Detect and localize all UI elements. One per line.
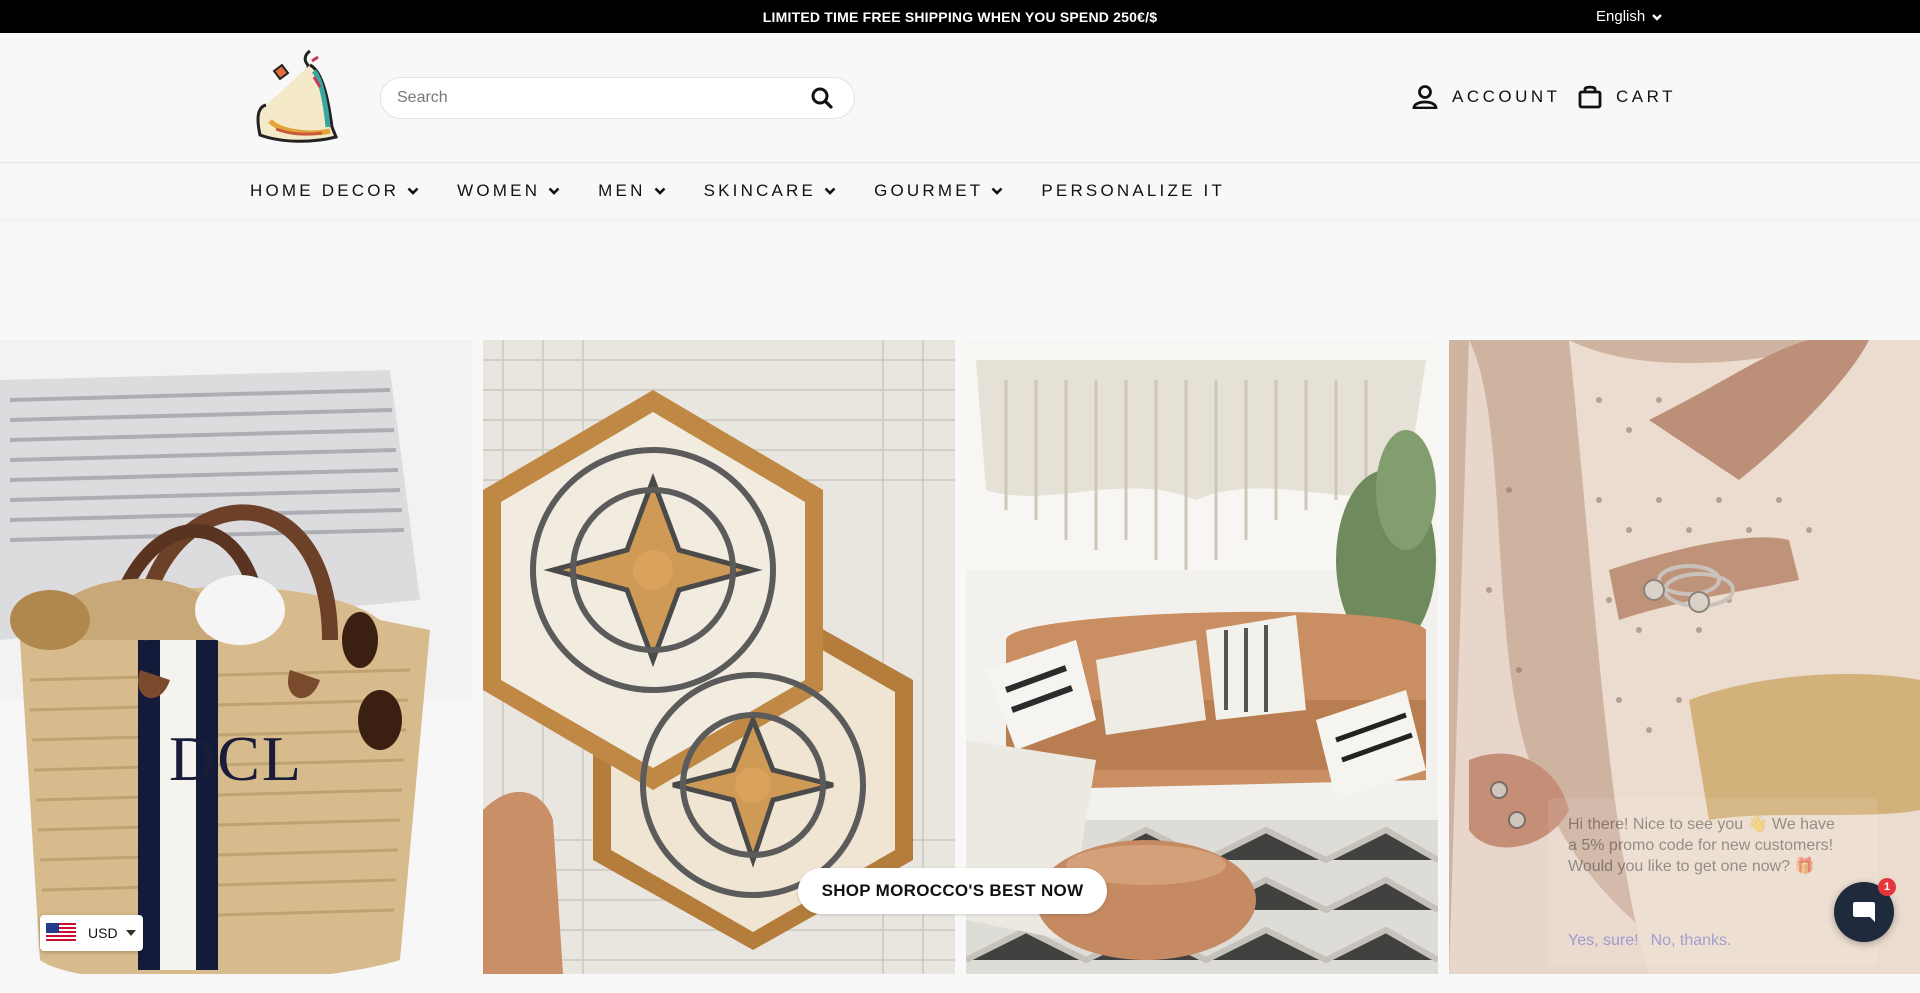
caret-down-icon: [125, 930, 136, 936]
search-bar: [380, 77, 855, 119]
chevron-down-icon: [654, 187, 665, 195]
chat-yes-button[interactable]: Yes, sure!: [1568, 932, 1639, 950]
chat-no-button[interactable]: No, thanks.: [1651, 932, 1732, 950]
svg-text:DCL: DCL: [169, 723, 303, 794]
nav-item-home-decor[interactable]: HOME DECOR: [250, 181, 419, 201]
chat-popup: Hi there! Nice to see you 👋 We have a 5%…: [1548, 798, 1878, 966]
shopping-bag-icon: [1578, 85, 1602, 109]
chevron-down-icon: [548, 187, 560, 195]
account-label: ACCOUNT: [1452, 87, 1561, 106]
nav-item-personalize-it[interactable]: PERSONALIZE IT: [1041, 181, 1225, 201]
chevron-down-icon: [407, 187, 419, 195]
chat-message: Hi there! Nice to see you 👋 We have a 5%…: [1568, 816, 1835, 875]
cart-label: CART: [1616, 87, 1676, 106]
search-button[interactable]: [802, 78, 842, 118]
site-header: ACCOUNT CART: [0, 33, 1920, 163]
announcement-bar: LIMITED TIME FREE SHIPPING WHEN YOU SPEN…: [0, 0, 1920, 33]
nav-item-skincare[interactable]: SKINCARE: [704, 181, 837, 201]
nav-item-label: GOURMET: [874, 181, 984, 200]
search-input[interactable]: [381, 78, 802, 118]
search-icon: [811, 87, 833, 109]
nav-item-label: SKINCARE: [703, 181, 817, 200]
us-flag-icon: [46, 923, 76, 943]
chevron-down-icon: [1652, 13, 1663, 21]
chevron-down-icon: [824, 187, 836, 195]
shop-now-button[interactable]: SHOP MOROCCO'S BEST NOW: [798, 868, 1107, 914]
nav-item-women[interactable]: WOMEN: [457, 181, 560, 201]
user-icon: [1412, 85, 1438, 109]
nav-item-label: WOMEN: [457, 181, 541, 200]
hero-tile-basket[interactable]: DCL: [0, 340, 472, 974]
site-logo[interactable]: [252, 47, 346, 147]
main-nav: HOME DECOR WOMEN MEN SKINCARE GOURMET PE…: [0, 163, 1920, 219]
nav-item-label: MEN: [598, 181, 646, 200]
chat-unread-badge: 1: [1878, 878, 1896, 896]
account-link[interactable]: ACCOUNT: [1412, 85, 1561, 109]
cart-link[interactable]: CART: [1578, 85, 1676, 109]
currency-code: USD: [88, 925, 118, 941]
chevron-down-icon: [991, 187, 1003, 195]
nav-item-label: PERSONALIZE IT: [1041, 181, 1226, 200]
nav-item-men[interactable]: MEN: [598, 181, 665, 201]
nav-item-label: HOME DECOR: [250, 181, 400, 200]
language-selector[interactable]: English: [1596, 8, 1663, 25]
language-label: English: [1596, 8, 1646, 25]
nav-item-gourmet[interactable]: GOURMET: [874, 181, 1003, 201]
chat-bubble-icon: [1853, 902, 1875, 922]
basket-image: DCL: [0, 340, 472, 974]
currency-selector[interactable]: USD: [40, 915, 143, 951]
